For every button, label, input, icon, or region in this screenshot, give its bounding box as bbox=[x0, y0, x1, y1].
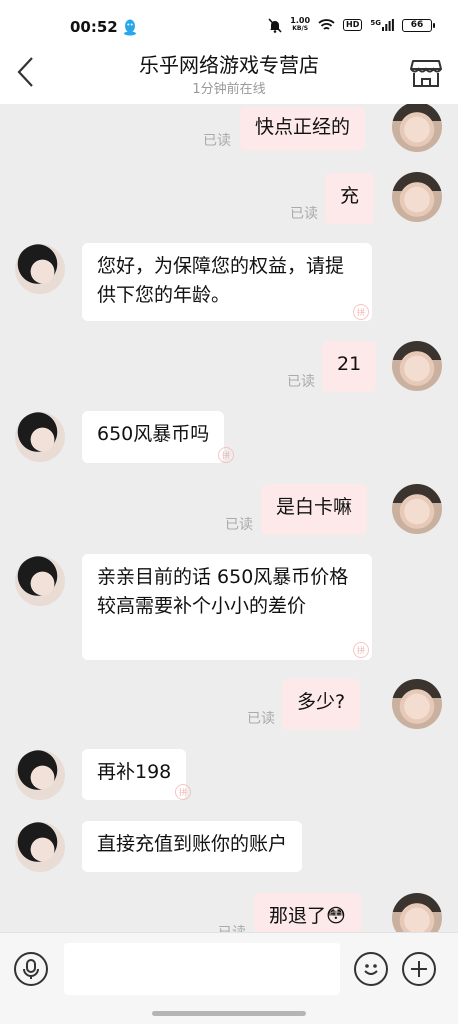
message-bubble-received[interactable]: 再补198 bbox=[82, 749, 187, 800]
avatar[interactable] bbox=[392, 341, 442, 391]
chat-messages[interactable]: 已读 快点正经的 已读 充 您好，为保障您的权益，请提供下您的年龄。 拼 已读 … bbox=[0, 104, 458, 932]
message-bubble-received[interactable]: 直接充值到账你的账户 bbox=[82, 821, 303, 872]
chat-header: 乐乎网络游戏专营店 1分钟前在线 bbox=[0, 40, 458, 104]
read-receipt: 已读 bbox=[203, 133, 231, 149]
smiley-icon[interactable] bbox=[354, 952, 388, 986]
microphone-glyph bbox=[23, 959, 39, 979]
stamp: 拼 bbox=[353, 304, 369, 320]
online-status: 1分钟前在线 bbox=[192, 82, 266, 97]
avatar[interactable] bbox=[15, 750, 65, 800]
read-receipt: 已读 bbox=[225, 517, 253, 533]
avatar[interactable] bbox=[15, 412, 65, 462]
read-receipt: 已读 bbox=[290, 206, 318, 222]
read-receipt: 已读 bbox=[287, 374, 315, 390]
avatar[interactable] bbox=[392, 893, 442, 932]
store-icon[interactable] bbox=[410, 58, 442, 88]
status-time: 00:52 bbox=[70, 18, 118, 36]
avatar[interactable] bbox=[392, 484, 442, 534]
status-bar: 00:52 1.00 KB/S HD 5G 66 bbox=[0, 0, 458, 40]
signal-icon bbox=[382, 19, 394, 31]
input-bar bbox=[0, 932, 458, 1004]
message-bubble-sent[interactable]: 那退了😳 bbox=[254, 893, 361, 932]
message-input[interactable] bbox=[64, 943, 340, 995]
wifi-icon bbox=[318, 18, 335, 30]
microphone-icon[interactable] bbox=[14, 952, 48, 986]
message-bubble-received[interactable]: 亲亲目前的话 650风暴币价格较高需要补个小小的差价 bbox=[82, 554, 372, 660]
qq-icon bbox=[124, 19, 136, 36]
message-bubble-sent[interactable]: 充 bbox=[325, 173, 375, 224]
status-icons: 1.00 KB/S HD 5G 66 bbox=[268, 17, 435, 33]
message-bubble-sent[interactable]: 多少? bbox=[282, 679, 361, 730]
read-receipt: 已读 bbox=[218, 922, 246, 932]
mute-bell-icon bbox=[268, 17, 282, 33]
avatar[interactable] bbox=[15, 244, 65, 294]
battery-icon: 66 bbox=[402, 18, 435, 32]
shop-title[interactable]: 乐乎网络游戏专营店 bbox=[0, 49, 458, 78]
home-indicator[interactable] bbox=[152, 1011, 306, 1016]
stamp: 拼 bbox=[175, 784, 191, 800]
network-speed: 1.00 KB/S bbox=[290, 17, 310, 33]
avatar[interactable] bbox=[15, 822, 65, 872]
plus-glyph bbox=[411, 961, 427, 977]
smiley-glyph bbox=[364, 964, 378, 975]
avatar[interactable] bbox=[392, 679, 442, 729]
signal-5g: 5G bbox=[370, 19, 394, 31]
message-bubble-sent[interactable]: 是白卡嘛 bbox=[261, 484, 368, 535]
plus-icon[interactable] bbox=[402, 952, 436, 986]
avatar[interactable] bbox=[15, 556, 65, 606]
read-receipt: 已读 bbox=[247, 711, 275, 727]
message-bubble-sent[interactable]: 快点正经的 bbox=[240, 107, 366, 151]
network-speed-unit: KB/S bbox=[292, 25, 309, 32]
network-speed-value: 1.00 bbox=[290, 16, 311, 25]
message-bubble-received[interactable]: 您好，为保障您的权益，请提供下您的年龄。 bbox=[82, 243, 372, 321]
message-bubble-sent[interactable]: 21 bbox=[322, 341, 377, 392]
message-bubble-received[interactable]: 650风暴币吗 bbox=[82, 411, 225, 463]
hd-badge: HD bbox=[343, 19, 363, 31]
network-type: 5G bbox=[370, 19, 381, 27]
avatar[interactable] bbox=[392, 172, 442, 222]
stamp: 拼 bbox=[353, 642, 369, 658]
avatar[interactable] bbox=[392, 104, 442, 152]
stamp: 拼 bbox=[218, 447, 234, 463]
